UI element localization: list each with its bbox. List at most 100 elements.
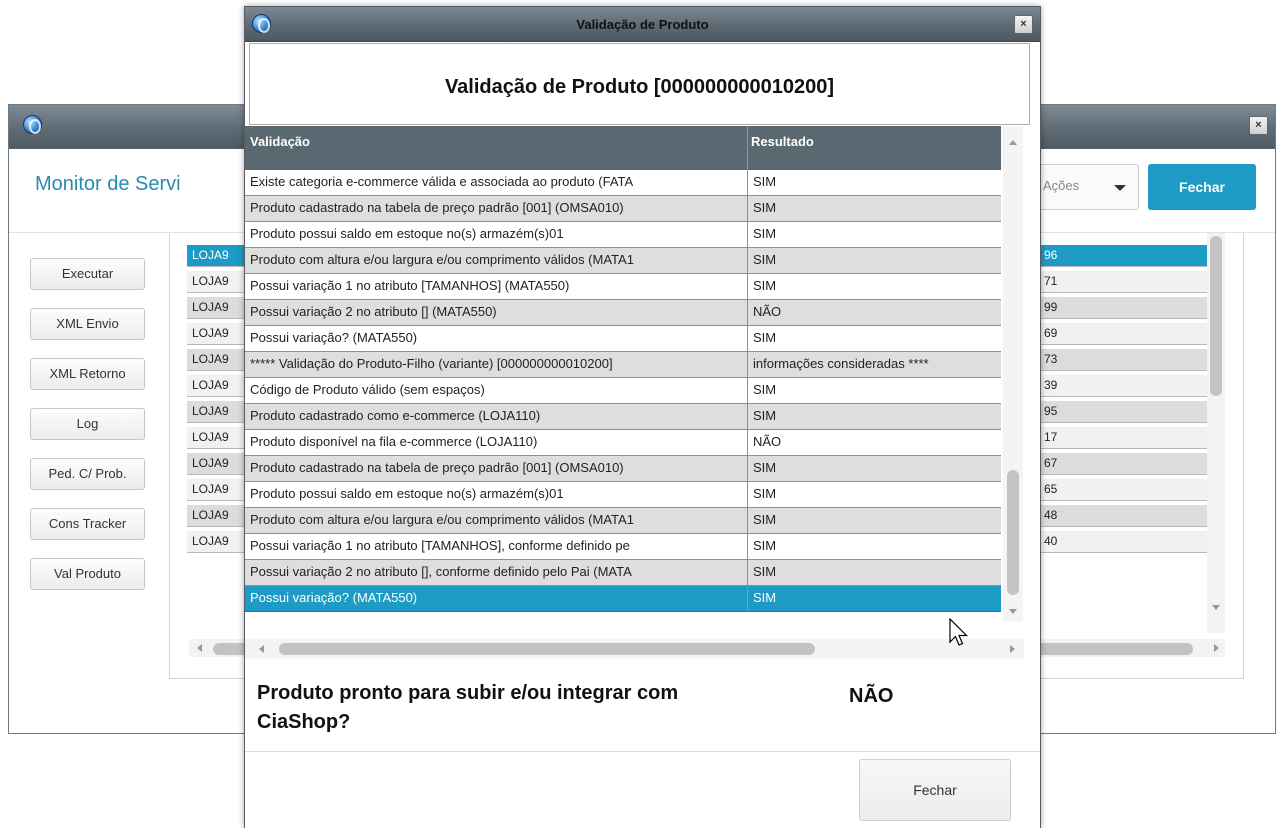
scroll-down-icon[interactable] — [1212, 605, 1220, 610]
table-row[interactable]: Possui variação 1 no atributo [TAMANHOS]… — [245, 534, 1001, 560]
validacao-cell: Produto com altura e/ou largura e/ou com… — [250, 512, 634, 527]
monitor-title: Monitor de Servi — [35, 173, 181, 195]
scrollbar-thumb[interactable] — [279, 643, 815, 655]
scrollbar-thumb[interactable] — [1210, 236, 1222, 396]
monitor-close-icon[interactable]: × — [1249, 116, 1268, 135]
dialog-close-icon[interactable]: × — [1014, 15, 1033, 34]
dialog-heading: Validação de Produto [000000000010200] — [444, 76, 835, 98]
scroll-up-icon[interactable] — [1009, 140, 1017, 145]
scroll-down-icon[interactable] — [1009, 609, 1017, 614]
table-row[interactable]: Produto possui saldo em estoque no(s) ar… — [245, 222, 1001, 248]
dialog-fechar-button[interactable]: Fechar — [859, 759, 1011, 821]
table-row[interactable]: Possui variação 2 no atributo [], confor… — [245, 560, 1001, 586]
table-row[interactable]: Produto possui saldo em estoque no(s) ar… — [245, 482, 1001, 508]
validacao-cell: Produto cadastrado na tabela de preço pa… — [250, 200, 624, 215]
dialog-titlebar: Validação de Produto × — [245, 7, 1040, 42]
xml-retorno-button[interactable]: XML Retorno — [30, 358, 145, 390]
val-produto-button[interactable]: Val Produto — [30, 558, 145, 590]
table-row[interactable]: Produto cadastrado na tabela de preço pa… — [245, 196, 1001, 222]
summary-value: NÃO — [849, 685, 894, 707]
resultado-cell: SIM — [753, 382, 777, 397]
cell: LOJA9 — [192, 352, 229, 366]
log-button[interactable]: Log — [30, 408, 145, 440]
resultado-cell: SIM — [753, 330, 777, 345]
table-row[interactable]: ***** Validação do Produto-Filho (varian… — [245, 352, 1001, 378]
scroll-right-icon[interactable] — [1214, 644, 1219, 652]
table-row[interactable]: Código de Produto válido (sem espaços) SI… — [245, 378, 1001, 404]
mouse-cursor-icon — [949, 618, 968, 646]
cell: 96 — [1044, 248, 1058, 262]
resultado-cell: SIM — [753, 538, 777, 553]
resultado-cell: SIM — [753, 564, 777, 579]
validacao-cell: Produto disponível na fila e-commerce (L… — [250, 434, 538, 449]
cell: 17 — [1044, 430, 1058, 444]
monitor-fechar-button[interactable]: Fechar — [1148, 164, 1256, 210]
table-row[interactable]: Produto cadastrado como e-commerce (LOJA… — [245, 404, 1001, 430]
column-divider — [747, 126, 748, 170]
validacao-cell: Código de Produto válido (sem espaços) — [250, 382, 485, 397]
table-row[interactable]: Existe categoria e-commerce válida e ass… — [245, 170, 1001, 196]
grid-header: Validação Resultado — [245, 126, 1001, 170]
resultado-cell: SIM — [753, 486, 777, 501]
cell: 39 — [1044, 378, 1058, 392]
column-header-validacao[interactable]: Validação — [250, 134, 310, 149]
resultado-cell: SIM — [753, 278, 777, 293]
validacao-cell: ***** Validação do Produto-Filho (varian… — [250, 356, 613, 371]
resultado-cell: SIM — [753, 512, 777, 527]
cell: LOJA9 — [192, 274, 229, 288]
table-row[interactable]: Produto cadastrado na tabela de preço pa… — [245, 456, 1001, 482]
divider — [245, 751, 1040, 752]
validacao-dialog: Validação de Produto × Validação de Prod… — [244, 6, 1041, 828]
cell: 69 — [1044, 326, 1058, 340]
resultado-cell: NÃO — [753, 434, 782, 449]
acoes-label: Ações — [1043, 178, 1080, 193]
table-row[interactable]: Produto com altura e/ou largura e/ou com… — [245, 248, 1001, 274]
scroll-right-icon[interactable] — [1010, 645, 1015, 653]
executar-button[interactable]: Executar — [30, 258, 145, 290]
acoes-dropdown[interactable]: Ações — [1024, 164, 1139, 210]
scroll-left-icon[interactable] — [259, 645, 264, 653]
cell: LOJA9 — [192, 534, 229, 548]
cell: 65 — [1044, 482, 1058, 496]
cell: LOJA9 — [192, 430, 229, 444]
validacao-cell: Produto com altura e/ou largura e/ou com… — [250, 252, 634, 267]
table-row-selected[interactable]: Possui variação? (MATA550) SIM — [245, 586, 1001, 612]
cell: LOJA9 — [192, 378, 229, 392]
column-header-resultado[interactable]: Resultado — [751, 134, 814, 149]
table-row[interactable]: Possui variação 1 no atributo [TAMANHOS]… — [245, 274, 1001, 300]
resultado-cell: SIM — [753, 226, 777, 241]
resultado-cell: SIM — [753, 408, 777, 423]
resultado-cell: informações consideradas **** — [753, 356, 929, 371]
table-row[interactable]: Produto com altura e/ou largura e/ou com… — [245, 508, 1001, 534]
scrollbar-thumb[interactable] — [1007, 470, 1019, 595]
cell: LOJA9 — [192, 300, 229, 314]
validacao-cell: Possui variação? (MATA550) — [250, 330, 418, 345]
grid-horizontal-scrollbar[interactable] — [245, 639, 1024, 659]
validacao-cell: Possui variação 2 no atributo [] (MATA55… — [250, 304, 497, 319]
dialog-header: Validação de Produto [000000000010200] — [249, 43, 1030, 125]
cell: 71 — [1044, 274, 1058, 288]
table-row[interactable]: Possui variação? (MATA550) SIM — [245, 326, 1001, 352]
table-row[interactable]: Possui variação 2 no atributo [] (MATA55… — [245, 300, 1001, 326]
cell: LOJA9 — [192, 248, 229, 262]
cons-tracker-button[interactable]: Cons Tracker — [30, 508, 145, 540]
validacao-cell: Produto possui saldo em estoque no(s) ar… — [250, 226, 564, 241]
globe-icon — [23, 115, 42, 134]
table-row[interactable]: Produto disponível na fila e-commerce (L… — [245, 430, 1001, 456]
scroll-left-icon[interactable] — [197, 644, 202, 652]
grid-vertical-scrollbar[interactable] — [1003, 126, 1023, 621]
monitor-vertical-scrollbar[interactable] — [1207, 233, 1225, 633]
resultado-cell: SIM — [753, 460, 777, 475]
ped-c-prob-button[interactable]: Ped. C/ Prob. — [30, 458, 145, 490]
resultado-cell: NÃO — [753, 304, 782, 319]
cell: 67 — [1044, 456, 1058, 470]
dialog-title: Validação de Produto — [576, 17, 709, 32]
validacao-cell: Possui variação 1 no atributo [TAMANHOS]… — [250, 538, 630, 553]
validacao-cell: Existe categoria e-commerce válida e ass… — [250, 174, 634, 189]
cell: 95 — [1044, 404, 1058, 418]
cell: 48 — [1044, 508, 1058, 522]
cell: LOJA9 — [192, 482, 229, 496]
cell: 40 — [1044, 534, 1058, 548]
xml-envio-button[interactable]: XML Envio — [30, 308, 145, 340]
cell: LOJA9 — [192, 456, 229, 470]
